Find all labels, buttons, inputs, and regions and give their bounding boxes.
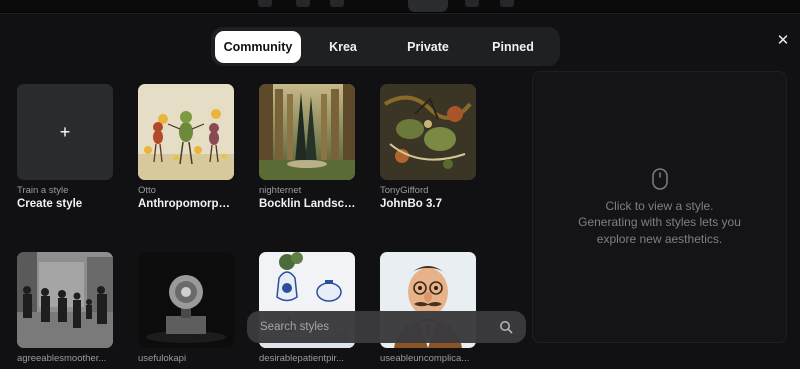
plus-icon: +: [59, 121, 71, 142]
tab-krea[interactable]: Krea: [301, 31, 385, 63]
style-thumbnail[interactable]: [138, 252, 234, 348]
card-title: JohnBo 3.7: [380, 198, 442, 210]
style-preview-panel: Click to view a style. Generating with s…: [532, 71, 787, 343]
card-author: usefulokapi: [138, 353, 187, 364]
search-bar[interactable]: [247, 311, 526, 343]
style-card[interactable]: useableuncomplica...: [380, 252, 478, 364]
style-card[interactable]: Otto Anthropomorphi...: [138, 84, 236, 210]
styles-modal: ✕ Community Krea Private Pinned + Train …: [0, 13, 800, 369]
close-icon[interactable]: ✕: [772, 30, 794, 52]
style-thumbnail[interactable]: [17, 252, 113, 348]
tab-community[interactable]: Community: [215, 30, 301, 63]
create-style-thumbnail[interactable]: +: [17, 84, 113, 180]
card-author: TonyGifford: [380, 185, 429, 196]
card-title: Create style: [17, 198, 83, 210]
card-author: desirablepatientpir...: [259, 353, 345, 364]
style-thumbnail[interactable]: [138, 84, 234, 180]
mouse-icon: [651, 168, 668, 190]
toolbar-active-pill[interactable]: [408, 0, 448, 12]
search-input[interactable]: [260, 321, 490, 333]
card-subtitle: Train a style: [17, 185, 69, 196]
style-card[interactable]: usefulokapi: [138, 252, 236, 364]
search-icon[interactable]: [499, 320, 513, 334]
crowd-street-photo-image: [17, 252, 113, 348]
style-card[interactable]: TonyGifford JohnBo 3.7: [380, 84, 478, 210]
tab-private[interactable]: Private: [385, 31, 471, 63]
preview-hint-line: explore new aesthetics.: [596, 231, 723, 246]
style-thumbnail[interactable]: [380, 84, 476, 180]
forest-landscape-image: [259, 84, 355, 180]
card-author: agreeablesmoother...: [17, 353, 107, 364]
toolbar-icon[interactable]: [500, 0, 514, 7]
toolbar-icon[interactable]: [258, 0, 272, 7]
app-top-bar: [0, 0, 800, 12]
style-card[interactable]: nighternet Bocklin Landsca...: [259, 84, 357, 210]
toolbar-icon[interactable]: [330, 0, 344, 7]
preview-hint-line: Generating with styles lets you: [578, 215, 741, 230]
ornate-creatures-image: [380, 84, 476, 180]
toolbar-icon[interactable]: [296, 0, 310, 7]
create-style-card[interactable]: + Train a style Create style: [17, 84, 115, 210]
card-title: Bocklin Landsca...: [259, 198, 357, 210]
anthropomorphic-figures-image: [138, 84, 234, 180]
card-author: Otto: [138, 185, 156, 196]
preview-hint-line: Click to view a style.: [605, 198, 714, 213]
card-author: nighternet: [259, 185, 302, 196]
mechanical-object-image: [138, 252, 234, 348]
card-author: useableuncomplica...: [380, 353, 470, 364]
style-thumbnail[interactable]: [259, 84, 355, 180]
style-card[interactable]: agreeablesmoother...: [17, 252, 115, 364]
card-title: Anthropomorphi...: [138, 198, 236, 210]
style-card[interactable]: desirablepatientpir...: [259, 252, 357, 364]
toolbar-icon[interactable]: [465, 0, 479, 7]
tab-pinned[interactable]: Pinned: [471, 31, 555, 63]
style-tabs: Community Krea Private Pinned: [211, 27, 560, 66]
